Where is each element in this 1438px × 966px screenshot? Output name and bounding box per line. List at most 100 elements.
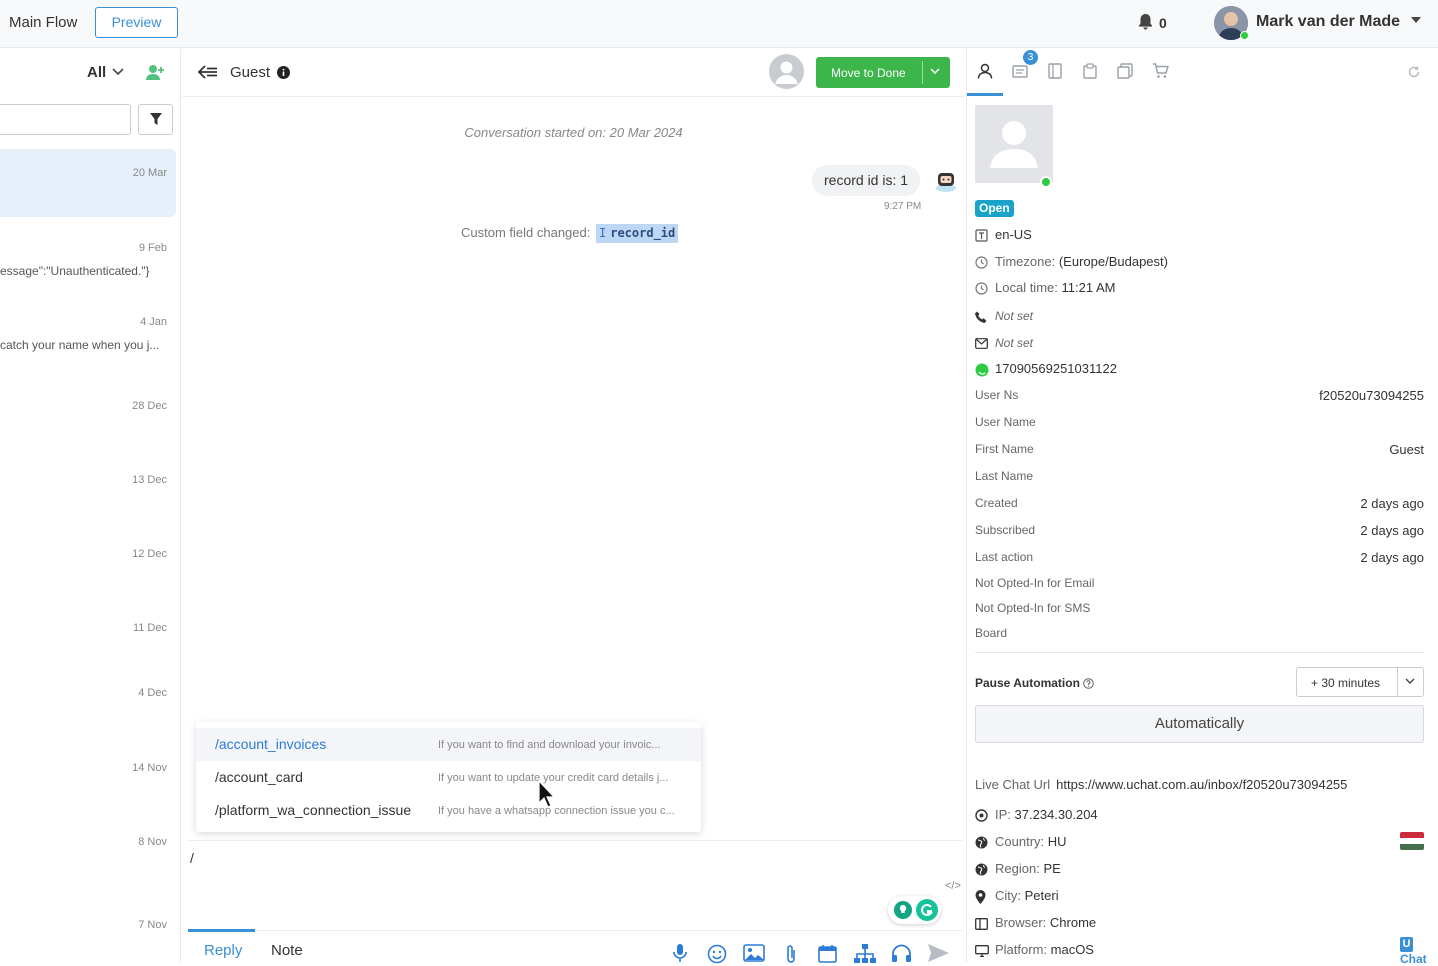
conversation-snippet: catch your name when you j...: [0, 338, 160, 352]
live-chat-url-link[interactable]: https://www.uchat.com.au/inbox/f20520u73…: [1056, 777, 1347, 792]
contact-field-row[interactable]: Created 2 days ago: [975, 496, 1424, 511]
suggestion-item[interactable]: /account_invoices If you want to find and…: [196, 728, 701, 761]
contact-field-row[interactable]: User Ns f20520u73094255: [975, 388, 1424, 403]
target-icon: [975, 809, 995, 822]
code-toggle-icon[interactable]: </>: [945, 880, 961, 892]
tab-documents-icon[interactable]: [1117, 63, 1133, 79]
tab-clipboard-icon[interactable]: [1082, 63, 1098, 79]
region-row: Region: PE: [975, 861, 1061, 876]
contact-field-row[interactable]: Not Opted-In for Email: [975, 576, 1424, 590]
conversation-search-input[interactable]: [0, 104, 131, 135]
grammarly-icon[interactable]: [916, 899, 938, 921]
conversation-date: 11 Dec: [132, 622, 167, 634]
contact-field-row[interactable]: Last Name: [975, 469, 1424, 483]
email-value: Not set: [995, 336, 1034, 350]
whatsapp-id-row: 17090569251031122: [975, 361, 1117, 377]
ip-row: IP: 37.234.30.204: [975, 807, 1098, 822]
tab-notes-icon[interactable]: [1047, 63, 1063, 79]
move-to-done-button[interactable]: Move to Done: [816, 57, 950, 88]
custom-field-changed-label: Custom field changed:: [461, 225, 591, 240]
add-user-icon[interactable]: [145, 64, 165, 81]
chevron-down-icon[interactable]: [1405, 678, 1415, 685]
button-separator: [922, 61, 923, 84]
lightbulb-icon[interactable]: [894, 901, 912, 919]
contact-field-row[interactable]: User Name: [975, 415, 1424, 429]
browser-label: Browser:: [995, 915, 1047, 930]
local-time-value: 11:21 AM: [1061, 280, 1116, 295]
calendar-icon[interactable]: [818, 944, 837, 963]
conversation-date: 4 Dec: [138, 687, 167, 699]
timezone-label: Timezone:: [995, 254, 1056, 269]
send-icon[interactable]: [928, 944, 949, 962]
suggestion-description: If you want to find and download your in…: [438, 739, 661, 751]
contact-field-row[interactable]: Last action 2 days ago: [975, 550, 1424, 565]
suggestion-command: /platform_wa_connection_issue: [215, 802, 412, 818]
microphone-icon[interactable]: [672, 944, 688, 962]
back-arrow-icon[interactable]: [198, 65, 218, 79]
contact-field-row[interactable]: Subscribed 2 days ago: [975, 523, 1424, 538]
pause-duration-select[interactable]: + 30 minutes: [1296, 667, 1424, 697]
custom-field-name: record_id: [610, 226, 676, 240]
active-conversation-highlight[interactable]: [0, 149, 176, 217]
contact-field-row[interactable]: Board: [975, 626, 1424, 640]
headset-icon[interactable]: [891, 944, 912, 963]
composer-input[interactable]: /: [190, 850, 194, 866]
conversation-date: 9 Feb: [138, 242, 167, 254]
grammarly-widget[interactable]: [888, 896, 941, 924]
city-row: City: Peteri: [975, 888, 1059, 904]
live-chat-url-label: Live Chat Url: [975, 777, 1051, 792]
chat-header: Guest Move to Done: [182, 49, 965, 97]
suggestion-item[interactable]: /platform_wa_connection_issue If you have…: [196, 794, 701, 827]
flow-title: Main Flow: [9, 14, 78, 31]
tab-tickets-icon[interactable]: [1012, 63, 1028, 79]
message-time: 9:27 PM: [884, 201, 922, 212]
tab-note[interactable]: Note: [271, 942, 303, 959]
contact-field-row[interactable]: First Name Guest: [975, 442, 1424, 457]
email-row[interactable]: Not set: [975, 335, 1033, 350]
preview-button[interactable]: Preview: [95, 7, 178, 38]
contact-avatar[interactable]: [769, 54, 804, 89]
image-icon[interactable]: [743, 944, 765, 962]
attachment-icon[interactable]: [785, 944, 797, 964]
emoji-icon[interactable]: [707, 944, 727, 964]
caret-down-icon[interactable]: [1411, 17, 1421, 23]
contact-field-label: Last action: [975, 550, 1034, 564]
uchat-widget-button[interactable]: UChat: [1400, 936, 1438, 966]
monitor-icon: [975, 944, 995, 957]
tab-cart-icon[interactable]: [1152, 63, 1169, 79]
select-separator: [1397, 668, 1398, 696]
user-name[interactable]: Mark van der Made: [1256, 13, 1400, 31]
info-icon[interactable]: [277, 66, 290, 79]
pause-automation-text: Pause Automation: [975, 676, 1080, 690]
chevron-down-icon[interactable]: [112, 68, 124, 76]
chevron-down-icon[interactable]: [930, 68, 940, 75]
platform-label: Platform:: [995, 942, 1048, 957]
tab-profile-icon[interactable]: [977, 63, 993, 79]
browser-value: Chrome: [1049, 915, 1097, 930]
conversation-started-text: Conversation started on: 20 Mar 2024: [464, 125, 683, 140]
bell-icon[interactable]: [1137, 13, 1154, 31]
clock-icon: [975, 256, 995, 269]
refresh-icon[interactable]: [1408, 66, 1420, 78]
section-divider: [975, 652, 1424, 653]
custom-field-tag[interactable]: Irecord_id: [596, 224, 679, 243]
country-label: Country:: [995, 834, 1045, 849]
phone-row[interactable]: Not set: [975, 308, 1033, 323]
filter-icon: [139, 113, 172, 126]
suggestion-item[interactable]: /account_card If you want to update your …: [196, 761, 701, 794]
contact-field-value: 2 days ago: [1360, 523, 1424, 538]
filter-button[interactable]: [138, 104, 173, 135]
flow-tree-icon[interactable]: [854, 944, 876, 963]
envelope-icon: [975, 338, 995, 349]
whatsapp-channel-icon: [1040, 176, 1052, 188]
automatically-button[interactable]: Automatically: [975, 705, 1424, 743]
conversation-date: 28 Dec: [132, 400, 167, 412]
platform-value: macOS: [1050, 942, 1094, 957]
tab-reply[interactable]: Reply: [204, 942, 242, 959]
composer-divider: [188, 840, 963, 841]
suggestion-description: If you have a whatsapp connection issue …: [438, 805, 675, 817]
help-icon[interactable]: [1083, 678, 1095, 690]
live-chat-url-row: Live Chat Url https://www.uchat.com.au/in…: [975, 777, 1347, 792]
conversation-filter-dropdown[interactable]: All: [87, 64, 106, 81]
contact-field-row[interactable]: Not Opted-In for SMS: [975, 601, 1424, 615]
